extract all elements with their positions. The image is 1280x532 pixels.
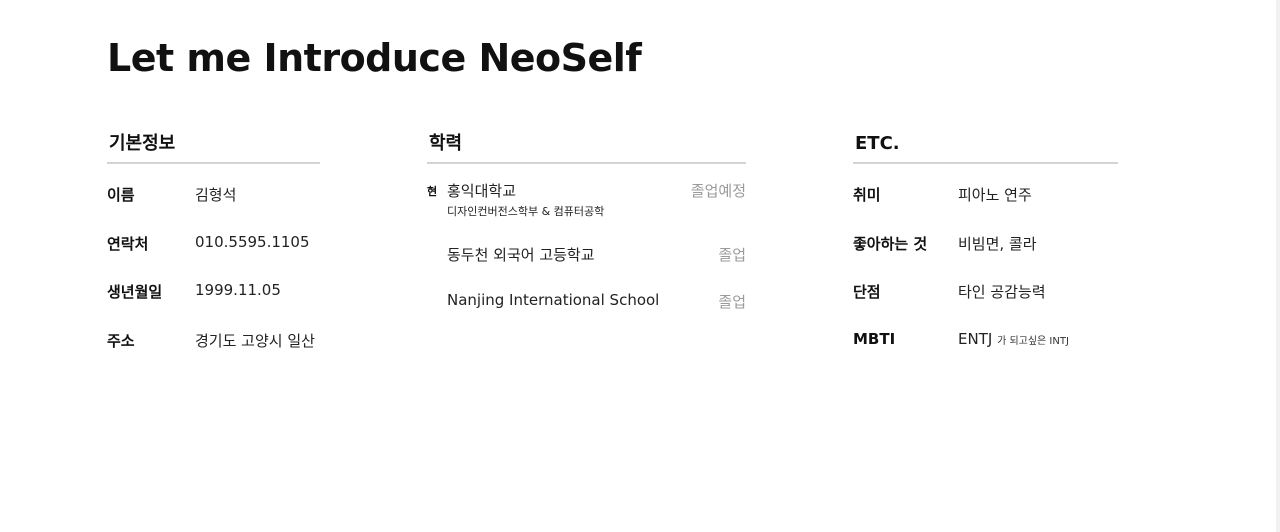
info-value: 경기도 고양시 일산 xyxy=(195,332,315,350)
info-row-contact: 연락처 010.5595.1105 xyxy=(107,233,320,255)
scrollbar-track[interactable] xyxy=(1276,0,1280,532)
education-heading: 학력 xyxy=(427,130,746,164)
etc-heading: ETC. xyxy=(853,130,1118,164)
info-label: 주소 xyxy=(107,332,135,350)
education-item: 동두천 외국어 고등학교 졸업 xyxy=(427,244,746,266)
etc-label: MBTI xyxy=(853,330,896,348)
education-item: 현 홍익대학교 디자인컨버전스학부 & 컴퓨터공학 졸업예정 xyxy=(427,180,746,220)
etc-value: 비빔면, 콜라 xyxy=(958,235,1037,253)
info-row-name: 이름 김형석 xyxy=(107,184,320,206)
education-section: 학력 현 홍익대학교 디자인컨버전스학부 & 컴퓨터공학 졸업예정 동두천 외국… xyxy=(427,130,746,320)
graduation-status: 졸업 xyxy=(718,293,746,311)
basic-info-section: 기본정보 이름 김형석 연락처 010.5595.1105 생년월일 1999.… xyxy=(107,130,320,360)
etc-value: 피아노 연주 xyxy=(958,186,1032,204)
basic-info-heading: 기본정보 xyxy=(107,130,320,164)
education-item: Nanjing International School 졸업 xyxy=(427,291,746,313)
etc-row-mbti: MBTI ENTJ 가 되고싶은 INTJ xyxy=(853,330,1118,352)
etc-label: 단점 xyxy=(853,283,881,301)
school-major: 디자인컨버전스학부 & 컴퓨터공학 xyxy=(447,205,605,218)
info-value: 김형석 xyxy=(195,186,237,204)
etc-label: 좋아하는 것 xyxy=(853,235,928,253)
mbti-note: 가 되고싶은 INTJ xyxy=(997,336,1069,347)
etc-value: 타인 공감능력 xyxy=(958,283,1046,301)
info-value: 1999.11.05 xyxy=(195,281,281,299)
etc-row-likes: 좋아하는 것 비빔면, 콜라 xyxy=(853,233,1118,255)
page-title: Let me Introduce NeoSelf xyxy=(107,36,642,80)
etc-row-weakness: 단점 타인 공감능력 xyxy=(853,281,1118,303)
etc-label: 취미 xyxy=(853,186,881,204)
school-name: Nanjing International School xyxy=(447,291,660,309)
info-label: 생년월일 xyxy=(107,283,163,301)
info-value: 010.5595.1105 xyxy=(195,233,310,251)
school-name: 동두천 외국어 고등학교 xyxy=(447,246,595,264)
info-row-birthdate: 생년월일 1999.11.05 xyxy=(107,281,320,303)
etc-value: ENTJ 가 되고싶은 INTJ xyxy=(958,330,1069,348)
mbti-value: ENTJ xyxy=(958,330,993,348)
info-label: 연락처 xyxy=(107,235,149,253)
profile-page: Let me Introduce NeoSelf 기본정보 이름 김형석 연락처… xyxy=(0,0,1280,532)
info-row-address: 주소 경기도 고양시 일산 xyxy=(107,330,320,352)
info-label: 이름 xyxy=(107,186,135,204)
current-marker: 현 xyxy=(427,185,438,198)
etc-row-hobby: 취미 피아노 연주 xyxy=(853,184,1118,206)
graduation-status: 졸업 xyxy=(718,246,746,264)
school-name: 홍익대학교 xyxy=(447,182,517,200)
etc-section: ETC. 취미 피아노 연주 좋아하는 것 비빔면, 콜라 단점 타인 공감능력… xyxy=(853,130,1118,360)
graduation-status: 졸업예정 xyxy=(690,182,746,200)
